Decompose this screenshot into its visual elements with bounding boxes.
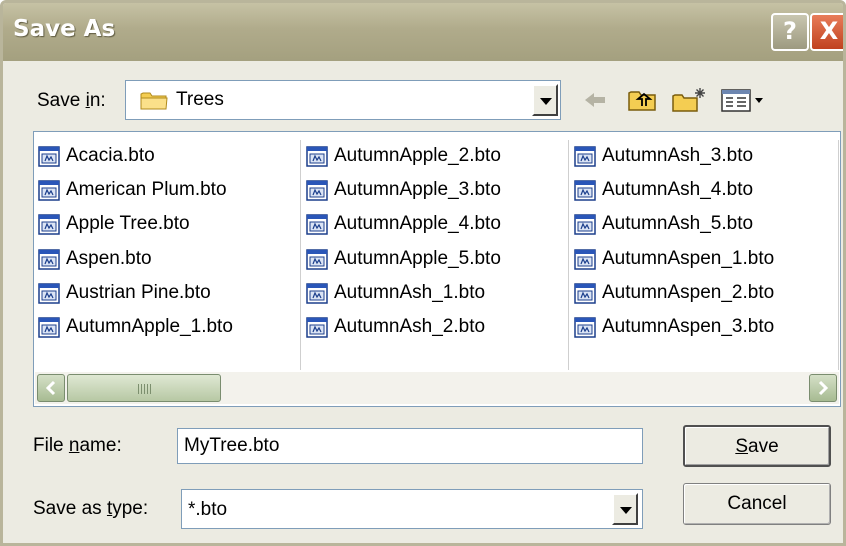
file-name: Apple Tree.bto: [66, 213, 190, 234]
file-name: AutumnApple_3.bto: [334, 179, 501, 200]
horizontal-scrollbar[interactable]: [35, 372, 839, 404]
file-item[interactable]: American Plum.bto: [38, 175, 227, 205]
save-in-dropdown[interactable]: Trees: [125, 80, 561, 120]
column-divider: [300, 140, 301, 370]
save-as-type-label: Save as type:: [33, 498, 148, 520]
file-name: AutumnAsh_1.bto: [334, 282, 486, 303]
bto-file-icon: [574, 248, 596, 270]
scroll-left-button[interactable]: [37, 374, 65, 402]
save-in-label: Save in:: [37, 90, 106, 112]
bto-file-icon: [574, 179, 596, 201]
bto-file-icon: [38, 145, 60, 167]
file-name: AutumnAspen_2.bto: [602, 282, 775, 303]
bto-file-icon: [306, 248, 328, 270]
new-folder-icon[interactable]: [671, 87, 707, 113]
folder-icon: [140, 92, 168, 110]
save-as-type-value: *.bto: [188, 499, 228, 520]
file-name-label-post: ame:: [79, 435, 122, 456]
file-name-label-pre: File: [33, 435, 69, 456]
close-icon: X: [819, 17, 839, 45]
grip-icon: [138, 384, 152, 394]
bto-file-icon: [38, 179, 60, 201]
save-button-accel: S: [735, 436, 749, 457]
save-button[interactable]: Save: [683, 425, 831, 467]
file-item[interactable]: AutumnApple_2.bto: [306, 141, 501, 171]
bto-file-icon: [306, 282, 328, 304]
bto-file-icon: [574, 316, 596, 338]
file-item[interactable]: Aspen.bto: [38, 244, 152, 274]
file-name: AutumnApple_5.bto: [334, 248, 501, 269]
views-menu-icon[interactable]: [721, 87, 765, 113]
back-arrow-icon[interactable]: [583, 87, 607, 113]
file-item[interactable]: AutumnAspen_2.bto: [574, 278, 774, 308]
close-button[interactable]: X: [810, 13, 843, 51]
chevron-left-icon: [45, 380, 56, 396]
file-name: Aspen.bto: [66, 248, 152, 269]
cancel-button[interactable]: Cancel: [683, 483, 831, 525]
bto-file-icon: [306, 145, 328, 167]
file-item[interactable]: AutumnAspen_1.bto: [574, 244, 774, 274]
file-item[interactable]: AutumnApple_1.bto: [38, 312, 233, 342]
file-name: AutumnAsh_2.bto: [334, 316, 486, 337]
file-name-label: File name:: [33, 435, 122, 457]
file-name: AutumnAsh_5.bto: [602, 213, 754, 234]
bto-file-icon: [306, 179, 328, 201]
file-name: Austrian Pine.bto: [66, 282, 211, 303]
file-name: AutumnAspen_3.bto: [602, 316, 775, 337]
cancel-button-label: Cancel: [727, 493, 787, 514]
file-name: Acacia.bto: [66, 145, 155, 166]
bto-file-icon: [38, 213, 60, 235]
save-button-label: ave: [748, 436, 779, 457]
up-one-level-icon[interactable]: [627, 87, 657, 113]
column-divider: [568, 140, 569, 370]
file-item[interactable]: AutumnAsh_1.bto: [306, 278, 485, 308]
file-name-input[interactable]: [177, 428, 643, 464]
title-bar[interactable]: Save As ? X: [3, 3, 843, 61]
bto-file-icon: [306, 213, 328, 235]
scrollbar-thumb[interactable]: [67, 374, 221, 402]
file-name: AutumnAsh_4.bto: [602, 179, 754, 200]
file-item[interactable]: Apple Tree.bto: [38, 209, 190, 239]
bto-file-icon: [574, 145, 596, 167]
save-in-value: Trees: [176, 89, 224, 110]
file-name: AutumnAsh_3.bto: [602, 145, 754, 166]
dialog-title: Save As: [13, 16, 116, 42]
bto-file-icon: [38, 248, 60, 270]
help-button[interactable]: ?: [771, 13, 809, 51]
file-item[interactable]: Austrian Pine.bto: [38, 278, 211, 308]
bto-file-icon: [38, 316, 60, 338]
chevron-down-icon[interactable]: [612, 493, 638, 525]
bto-file-icon: [574, 213, 596, 235]
file-item[interactable]: AutumnApple_4.bto: [306, 209, 501, 239]
file-list[interactable]: Acacia.bto American Plum.bto Apple Tree.bt…: [33, 131, 841, 407]
column-divider: [838, 140, 839, 370]
save-in-label-text: Save in:: [37, 90, 106, 111]
file-item[interactable]: Acacia.bto: [38, 141, 155, 171]
file-item[interactable]: AutumnAsh_2.bto: [306, 312, 485, 342]
file-name: AutumnApple_2.bto: [334, 145, 501, 166]
save-as-dialog: Save As ? X Save in: Trees Acacia.bto Ame…: [0, 0, 846, 546]
save-as-type-label-post: ype:: [112, 498, 149, 519]
save-as-type-dropdown[interactable]: *.bto: [181, 489, 643, 529]
file-item[interactable]: AutumnApple_5.bto: [306, 244, 501, 274]
file-name: AutumnApple_1.bto: [66, 316, 233, 337]
file-name-label-accel: n: [68, 435, 80, 456]
file-name: AutumnApple_4.bto: [334, 213, 501, 234]
bto-file-icon: [38, 282, 60, 304]
file-item[interactable]: AutumnAsh_4.bto: [574, 175, 753, 205]
scroll-right-button[interactable]: [809, 374, 837, 402]
chevron-down-icon[interactable]: [532, 84, 558, 116]
file-name: AutumnAspen_1.bto: [602, 248, 775, 269]
question-mark-icon: ?: [783, 17, 797, 45]
file-item[interactable]: AutumnAsh_5.bto: [574, 209, 753, 239]
file-item[interactable]: AutumnAsh_3.bto: [574, 141, 753, 171]
bto-file-icon: [574, 282, 596, 304]
file-item[interactable]: AutumnApple_3.bto: [306, 175, 501, 205]
file-item[interactable]: AutumnAspen_3.bto: [574, 312, 774, 342]
chevron-right-icon: [818, 380, 829, 396]
file-name: American Plum.bto: [66, 179, 227, 200]
save-as-type-label-pre: Save as: [33, 498, 107, 519]
bto-file-icon: [306, 316, 328, 338]
